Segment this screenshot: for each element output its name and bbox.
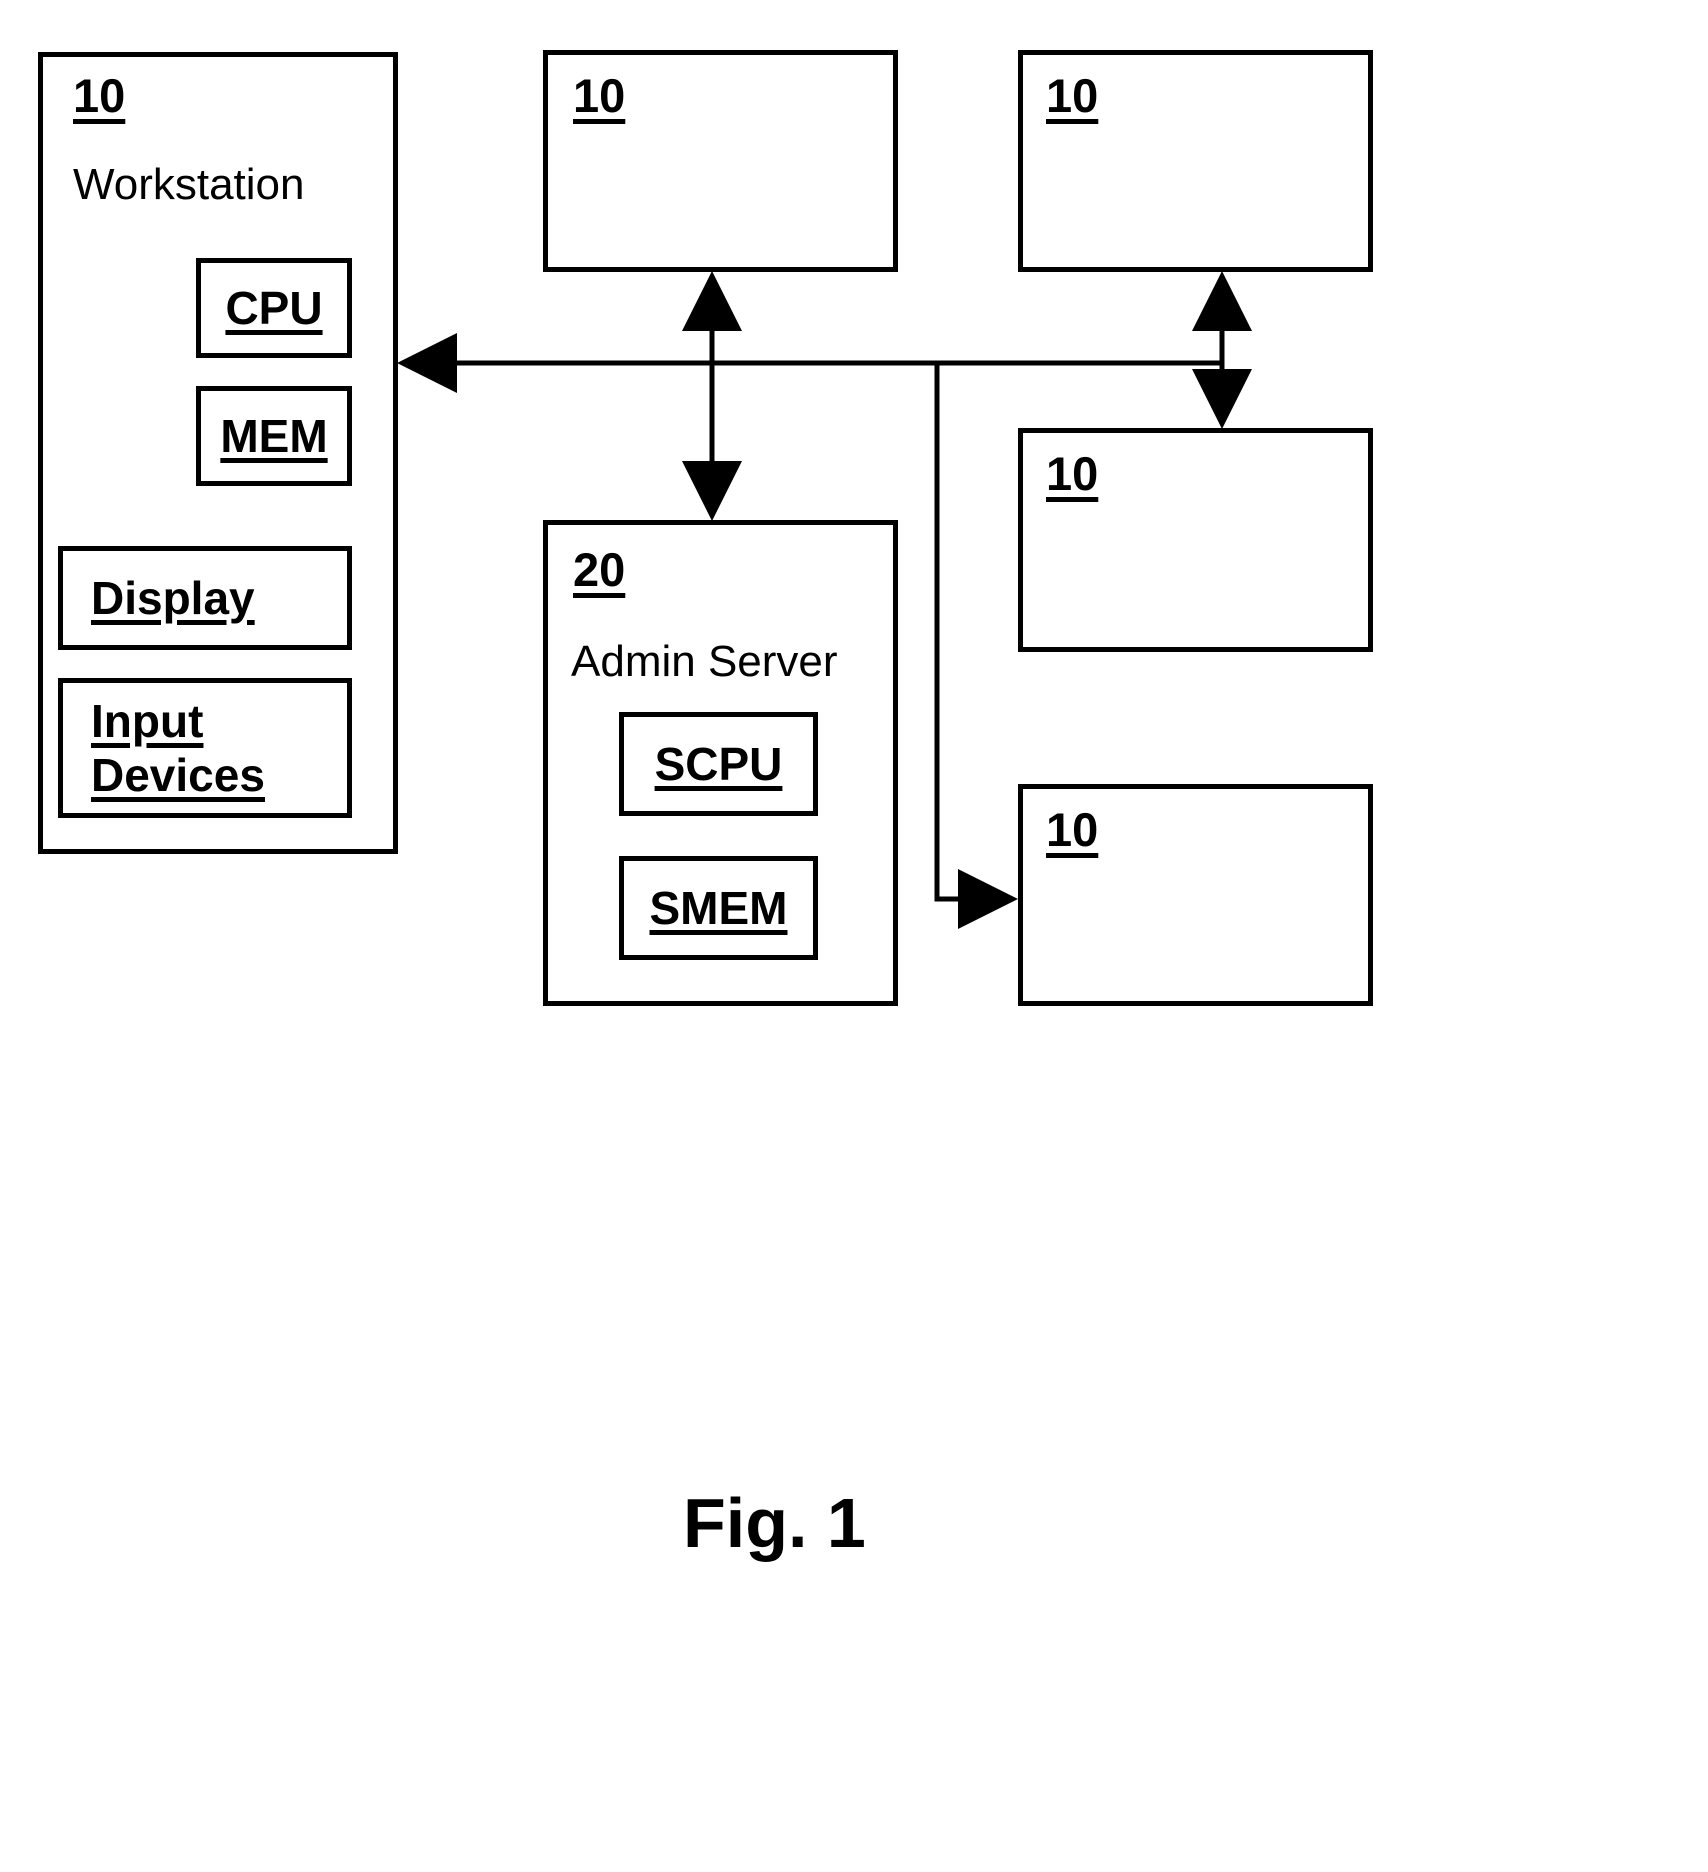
figure-caption: Fig. 1: [683, 1484, 866, 1562]
figure-canvas: 10 Workstation CPU MEM Display Input Dev…: [0, 0, 1708, 1872]
workstation-mem-box: MEM: [196, 386, 352, 486]
link-bus-to-client-bottom-right: [934, 363, 1018, 929]
admin-server-smem-box: SMEM: [619, 856, 818, 960]
display-label: Display: [91, 571, 255, 624]
workstation-display-box: Display: [58, 546, 352, 650]
smem-label: SMEM: [649, 881, 788, 934]
admin-server-ref-label: 20: [573, 543, 626, 596]
workstation-title: Workstation: [73, 160, 305, 209]
workstation-cpu-box: CPU: [196, 258, 352, 358]
input-devices-line-2: Devices: [91, 749, 265, 801]
input-devices-line-1: Input: [91, 694, 204, 747]
workstation-ref-label: 10: [73, 69, 126, 122]
client-mid-right-ref-label: 10: [1046, 447, 1099, 500]
client-top-middle-ref-label: 10: [573, 69, 626, 122]
input-devices-label: Input Devices: [63, 694, 347, 803]
cpu-label: CPU: [225, 281, 323, 334]
workstation-input-devices-box: Input Devices: [58, 678, 352, 818]
client-bottom-right-ref-label: 10: [1046, 803, 1099, 856]
admin-server-title: Admin Server: [571, 637, 838, 686]
mem-label: MEM: [220, 409, 328, 462]
client-top-right-ref-label: 10: [1046, 69, 1099, 122]
admin-server-scpu-box: SCPU: [619, 712, 818, 816]
scpu-label: SCPU: [654, 737, 783, 790]
